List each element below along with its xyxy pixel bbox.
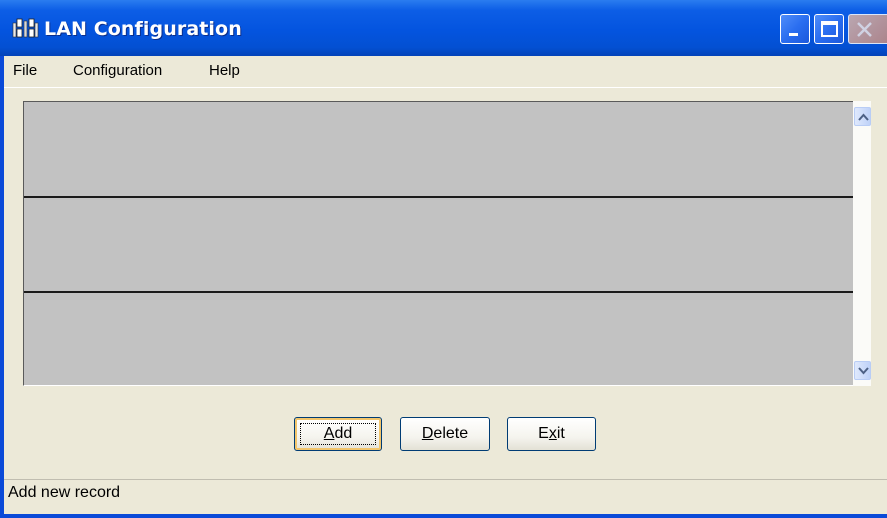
add-button[interactable]: Add: [294, 417, 382, 451]
window-bottom-border: [0, 514, 887, 518]
vertical-scrollbar[interactable]: [853, 101, 871, 386]
grid-row[interactable]: [24, 198, 854, 293]
title-bar[interactable]: LAN Configuration: [0, 0, 887, 56]
status-text: Add new record: [8, 484, 121, 501]
focus-rectangle: [300, 423, 376, 445]
menu-bar: File Configuration Help: [4, 56, 887, 86]
exit-button-label: Exit: [538, 425, 565, 442]
minimize-icon: [789, 33, 798, 36]
close-icon: [857, 22, 872, 37]
chevron-up-icon: [858, 113, 869, 121]
app-window: LAN Configuration File Configuration Hel…: [0, 0, 887, 518]
chevron-down-icon: [858, 367, 869, 375]
close-button[interactable]: [848, 14, 887, 44]
grid-row[interactable]: [24, 293, 854, 385]
network-ports-icon: [12, 17, 40, 41]
maximize-button[interactable]: [814, 14, 844, 44]
menu-separator: [4, 87, 887, 88]
scroll-down-button[interactable]: [854, 361, 871, 380]
record-grid[interactable]: [23, 101, 871, 386]
delete-button-label: Delete: [421, 425, 469, 442]
delete-button[interactable]: Delete: [400, 417, 490, 451]
grid-row[interactable]: [24, 102, 854, 198]
menu-configuration[interactable]: Configuration: [73, 62, 162, 79]
maximize-icon: [821, 21, 838, 37]
exit-button[interactable]: Exit: [507, 417, 596, 451]
menu-help[interactable]: Help: [209, 62, 240, 79]
window-title: LAN Configuration: [44, 18, 242, 40]
minimize-button[interactable]: [780, 14, 810, 44]
menu-file[interactable]: File: [13, 62, 37, 79]
scroll-up-button[interactable]: [854, 107, 871, 126]
status-bar: [4, 479, 887, 515]
